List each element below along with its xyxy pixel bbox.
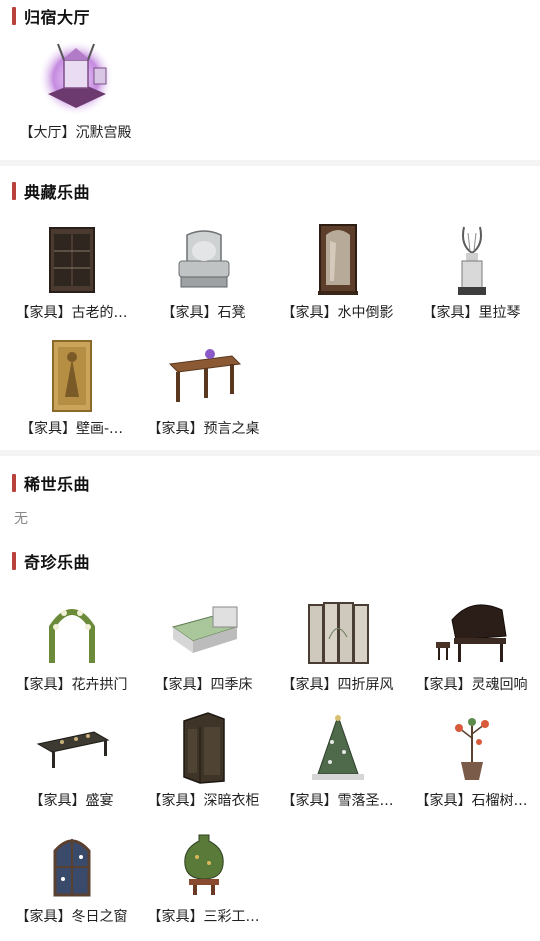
treasure-item-christmas-tree[interactable]: 【家具】雪落圣… — [270, 708, 405, 823]
treasure-item-folding-screen[interactable]: 【家具】四折屏风 — [270, 592, 405, 707]
section-title: 奇珍乐曲 — [24, 553, 91, 572]
section-title: 稀世乐曲 — [24, 475, 91, 494]
treasure-item-winter-window[interactable]: 【家具】冬日之窗 — [4, 824, 139, 939]
item-label: 【大厅】沉默宫殿 — [19, 125, 132, 141]
section-collection: 典藏乐曲 【家具】古老的… 【家具】石凳 【家具】水中倒影 【家具】里拉琴 【家… — [0, 166, 540, 450]
empty-state-text: 无 — [14, 511, 28, 527]
prophecy-table-icon — [158, 336, 250, 416]
collection-item-old-cabinet[interactable]: 【家具】古老的… — [4, 220, 139, 335]
section-accent-bar — [12, 182, 16, 200]
mural-icon — [26, 336, 118, 416]
lyre-icon — [426, 220, 518, 300]
treasure-item-piano[interactable]: 【家具】灵魂回响 — [404, 592, 539, 707]
section-title: 归宿大厅 — [24, 8, 91, 27]
section-accent-bar — [12, 552, 16, 570]
old-cabinet-icon — [26, 220, 118, 300]
item-label: 【家具】深暗衣柜 — [147, 793, 260, 809]
item-label: 【家具】盛宴 — [29, 793, 114, 809]
item-label: 【家具】四季床 — [154, 677, 253, 693]
item-label: 【家具】三彩工… — [147, 909, 260, 925]
treasure-item-bed[interactable]: 【家具】四季床 — [136, 592, 271, 707]
item-label: 【家具】雪落圣… — [281, 793, 394, 809]
palace-hall-icon — [30, 40, 122, 120]
item-label: 【家具】花卉拱门 — [15, 677, 128, 693]
stone-chair-icon — [158, 220, 250, 300]
treasure-item-pomegranate-tree[interactable]: 【家具】石榴树… — [404, 708, 539, 823]
treasure-item-flower-arch[interactable]: 【家具】花卉拱门 — [4, 592, 139, 707]
treasure-item-tricolor-vase[interactable]: 【家具】三彩工… — [136, 824, 271, 939]
wardrobe-icon — [158, 708, 250, 788]
winter-window-icon — [26, 824, 118, 904]
section-accent-bar — [12, 7, 16, 25]
section-treasure: 奇珍乐曲 【家具】花卉拱门 【家具】四季床 【家具】四折屏风 【家具】灵魂回响 … — [0, 536, 540, 941]
treasure-item-banquet[interactable]: 【家具】盛宴 — [4, 708, 139, 823]
flower-arch-icon — [26, 592, 118, 672]
section-rare: 稀世乐曲 无 — [0, 456, 540, 536]
bed-icon — [158, 592, 250, 672]
section-header-hall: 归宿大厅 — [12, 5, 90, 27]
collection-item-prophecy-table[interactable]: 【家具】预言之桌 — [136, 336, 271, 451]
tricolor-vase-icon — [158, 824, 250, 904]
collection-item-mural[interactable]: 【家具】壁画-… — [4, 336, 139, 451]
item-label: 【家具】预言之桌 — [147, 421, 260, 437]
item-label: 【家具】水中倒影 — [281, 305, 394, 321]
item-label: 【家具】壁画-… — [19, 421, 124, 437]
item-label: 【家具】灵魂回响 — [415, 677, 528, 693]
mirror-icon — [292, 220, 384, 300]
item-label: 【家具】石榴树… — [415, 793, 528, 809]
section-header-treasure: 奇珍乐曲 — [12, 550, 90, 572]
item-label: 【家具】里拉琴 — [422, 305, 521, 321]
pomegranate-tree-icon — [426, 708, 518, 788]
hall-item-silent-palace[interactable]: 【大厅】沉默宫殿 — [8, 40, 143, 155]
section-header-collection: 典藏乐曲 — [12, 180, 90, 202]
collection-item-mirror[interactable]: 【家具】水中倒影 — [270, 220, 405, 335]
folding-screen-icon — [292, 592, 384, 672]
section-title: 典藏乐曲 — [24, 183, 91, 202]
item-label: 【家具】四折屏风 — [281, 677, 394, 693]
section-hall: 归宿大厅 【大厅】沉默宫殿 — [0, 0, 540, 160]
treasure-item-wardrobe[interactable]: 【家具】深暗衣柜 — [136, 708, 271, 823]
collection-item-lyre[interactable]: 【家具】里拉琴 — [404, 220, 539, 335]
section-header-rare: 稀世乐曲 — [12, 472, 90, 494]
section-accent-bar — [12, 474, 16, 492]
banquet-table-icon — [26, 708, 118, 788]
item-label: 【家具】石凳 — [161, 305, 246, 321]
item-label: 【家具】冬日之窗 — [15, 909, 128, 925]
christmas-tree-icon — [292, 708, 384, 788]
piano-icon — [426, 592, 518, 672]
item-label: 【家具】古老的… — [15, 305, 128, 321]
collection-item-stone-chair[interactable]: 【家具】石凳 — [136, 220, 271, 335]
